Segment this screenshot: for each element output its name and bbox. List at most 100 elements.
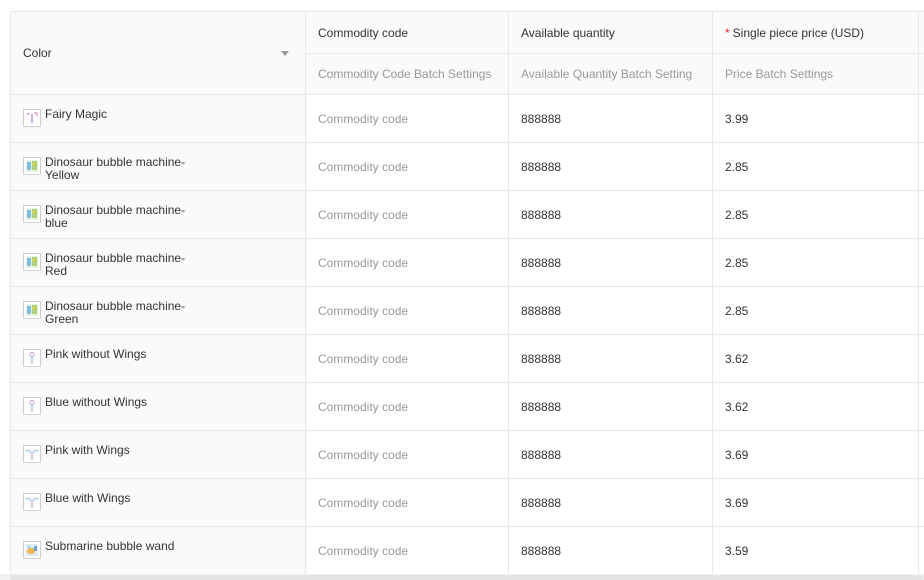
table-row: Blue without Wings Commodity code 888888 3.… <box>10 382 924 431</box>
single-piece-price-input[interactable]: 3.62 <box>712 382 924 431</box>
single-piece-price-value: 3.59 <box>725 543 749 558</box>
commodity-code-input[interactable]: Commodity code <box>305 382 509 431</box>
color-name: Dinosaur bubble machine-Red <box>45 251 186 278</box>
available-quantity-value: 888888 <box>521 159 562 174</box>
single-piece-price-value: 2.85 <box>725 207 749 222</box>
commodity-code-input[interactable]: Commodity code <box>305 430 509 479</box>
color-name: Dinosaur bubble machine-Green <box>45 299 186 326</box>
available-quantity-input[interactable]: 888888 <box>508 94 713 143</box>
available-quantity-input[interactable]: 888888 <box>508 382 713 431</box>
sku-table-page: Color Commodity code Available quantity … <box>0 0 924 580</box>
commodity-code-placeholder: Commodity code <box>318 207 409 222</box>
available-quantity-input[interactable]: 888888 <box>508 478 713 527</box>
single-piece-price-input[interactable]: 3.69 <box>712 430 924 479</box>
single-piece-price-value: 3.99 <box>725 111 749 126</box>
commodity-code-placeholder: Commodity code <box>318 303 409 318</box>
available-quantity-value: 888888 <box>521 351 562 366</box>
table-row: Dinosaur bubble machine-Green Commodity c… <box>10 286 924 335</box>
column-divider <box>918 11 919 574</box>
commodity-code-input[interactable]: Commodity code <box>305 334 509 383</box>
color-name: Dinosaur bubble machine-blue <box>45 203 186 230</box>
caret-down-icon[interactable] <box>281 51 289 56</box>
commodity-code-placeholder: Commodity code <box>318 543 409 558</box>
single-piece-price-input[interactable]: 2.85 <box>712 238 924 287</box>
color-name: Pink with Wings <box>45 443 130 457</box>
commodity-code-input[interactable]: Commodity code <box>305 190 509 239</box>
available-quantity-input[interactable]: 888888 <box>508 142 713 191</box>
single-piece-price-input[interactable]: 2.85 <box>712 142 924 191</box>
commodity-code-placeholder: Commodity code <box>318 351 409 366</box>
available-quantity-value: 888888 <box>521 543 562 558</box>
table-body: Fairy Magic Commodity code 888888 3.99 Dinos… <box>10 94 924 575</box>
commodity-code-input[interactable]: Commodity code <box>305 526 509 575</box>
table-row: Dinosaur bubble machine-Red Commodity cod… <box>10 238 924 287</box>
bubble-wand-thumbnail-icon[interactable] <box>23 349 41 367</box>
available-quantity-input[interactable]: 888888 <box>508 526 713 575</box>
commodity-code-batch-settings[interactable]: Commodity Code Batch Settings <box>305 53 509 95</box>
single-piece-price-value: 3.62 <box>725 399 749 414</box>
commodity-code-placeholder: Commodity code <box>318 159 409 174</box>
color-cell: Dinosaur bubble machine-Red <box>10 238 306 287</box>
color-column-header[interactable]: Color <box>10 11 306 95</box>
available-quantity-batch-setting[interactable]: Available Quantity Batch Setting <box>508 53 713 95</box>
commodity-code-input[interactable]: Commodity code <box>305 142 509 191</box>
color-cell: Pink without Wings <box>10 334 306 383</box>
table-row: Fairy Magic Commodity code 888888 3.99 <box>10 94 924 143</box>
available-quantity-input[interactable]: 888888 <box>508 238 713 287</box>
commodity-code-input[interactable]: Commodity code <box>305 286 509 335</box>
commodity-code-placeholder: Commodity code <box>318 399 409 414</box>
color-name: Dinosaur bubble machine-Yellow <box>45 155 186 182</box>
available-quantity-input[interactable]: 888888 <box>508 190 713 239</box>
single-piece-price-value: 2.85 <box>725 159 749 174</box>
commodity-code-input[interactable]: Commodity code <box>305 94 509 143</box>
winged-wand-thumbnail-icon[interactable] <box>23 493 41 511</box>
color-name: Fairy Magic <box>45 107 108 121</box>
single-piece-price-input[interactable]: 3.62 <box>712 334 924 383</box>
color-cell: Dinosaur bubble machine-Green <box>10 286 306 335</box>
color-cell: Submarine bubble wand <box>10 526 306 575</box>
single-piece-price-input[interactable]: 3.59 <box>712 526 924 575</box>
dinosaur-bubble-machine-thumbnail-icon[interactable] <box>23 253 41 271</box>
color-cell: Blue without Wings <box>10 382 306 431</box>
color-name: Blue without Wings <box>45 395 148 409</box>
single-piece-price-input[interactable]: 3.99 <box>712 94 924 143</box>
color-cell-content: Dinosaur bubble machine-Yellow <box>23 143 293 190</box>
table-row: Dinosaur bubble machine-blue Commodity co… <box>10 190 924 239</box>
color-cell-content: Pink without Wings <box>23 335 293 382</box>
dinosaur-bubble-machine-thumbnail-icon[interactable] <box>23 157 41 175</box>
single-piece-price-header: * Single piece price (USD) <box>712 11 924 54</box>
fairy-wand-thumbnail-icon[interactable] <box>23 109 41 127</box>
commodity-code-placeholder: Commodity code <box>318 495 409 510</box>
single-piece-price-input[interactable]: 3.69 <box>712 478 924 527</box>
table-header: Color Commodity code Available quantity … <box>10 11 924 95</box>
color-cell: Pink with Wings <box>10 430 306 479</box>
price-header-label: Single piece price (USD) <box>732 25 865 40</box>
commodity-code-input[interactable]: Commodity code <box>305 238 509 287</box>
available-quantity-input[interactable]: 888888 <box>508 286 713 335</box>
color-cell-content: Blue with Wings <box>23 479 293 526</box>
commodity-code-placeholder: Commodity code <box>318 255 409 270</box>
color-cell-content: Fairy Magic <box>23 95 293 142</box>
color-cell-content: Submarine bubble wand <box>23 527 293 574</box>
horizontal-scroll-thumb[interactable] <box>10 575 924 580</box>
commodity-code-input[interactable]: Commodity code <box>305 478 509 527</box>
winged-wand-thumbnail-icon[interactable] <box>23 445 41 463</box>
color-cell: Blue with Wings <box>10 478 306 527</box>
color-cell-content: Dinosaur bubble machine-Red <box>23 239 293 286</box>
table-row: Pink with Wings Commodity code 888888 3.69 <box>10 430 924 479</box>
color-name: Pink without Wings <box>45 347 147 361</box>
bubble-wand-thumbnail-icon[interactable] <box>23 397 41 415</box>
available-quantity-input[interactable]: 888888 <box>508 334 713 383</box>
table-row: Dinosaur bubble machine-Yellow Commodity … <box>10 142 924 191</box>
single-piece-price-input[interactable]: 2.85 <box>712 286 924 335</box>
table-row: Pink without Wings Commodity code 888888 3.… <box>10 334 924 383</box>
available-quantity-value: 888888 <box>521 255 562 270</box>
required-asterisk: * <box>725 25 730 40</box>
sku-table: Color Commodity code Available quantity … <box>10 11 924 575</box>
dinosaur-bubble-machine-thumbnail-icon[interactable] <box>23 301 41 319</box>
submarine-bubble-wand-thumbnail-icon[interactable] <box>23 541 41 559</box>
price-batch-settings[interactable]: Price Batch Settings <box>712 53 924 95</box>
available-quantity-input[interactable]: 888888 <box>508 430 713 479</box>
single-piece-price-input[interactable]: 2.85 <box>712 190 924 239</box>
dinosaur-bubble-machine-thumbnail-icon[interactable] <box>23 205 41 223</box>
